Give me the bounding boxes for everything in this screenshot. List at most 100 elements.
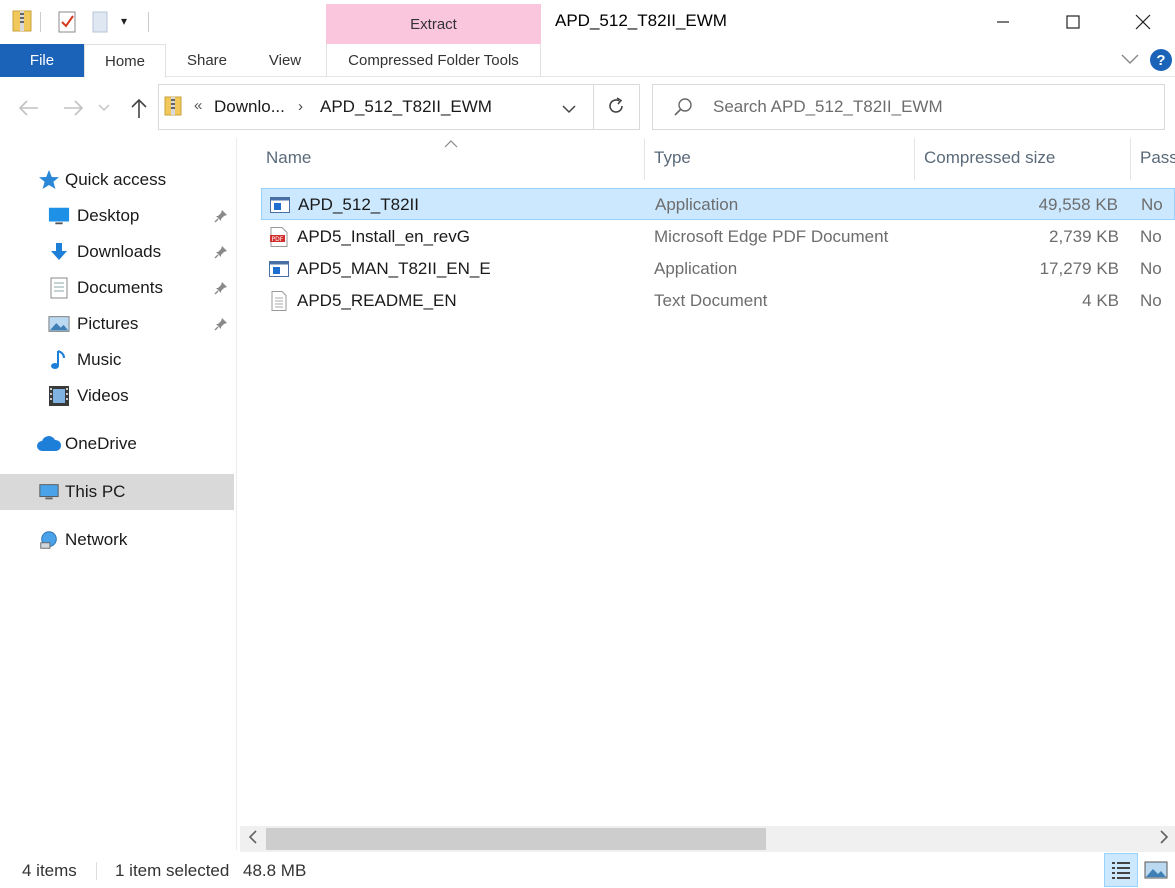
forward-arrow-icon xyxy=(64,100,84,116)
application-icon xyxy=(269,259,289,279)
crumb-separator-icon[interactable]: › xyxy=(298,98,303,115)
sidebar-item-onedrive[interactable]: OneDrive xyxy=(0,426,234,462)
scroll-right-icon[interactable] xyxy=(1159,830,1169,847)
sidebar-item-pictures[interactable]: Pictures xyxy=(0,306,234,342)
sidebar-item-documents[interactable]: Documents xyxy=(0,270,234,306)
file-password: No xyxy=(1140,227,1162,246)
new-folder-icon[interactable] xyxy=(92,11,110,38)
file-row[interactable]: APD5_README_EN Text Document 4 KB No xyxy=(261,285,1175,317)
up-button[interactable] xyxy=(124,92,154,124)
status-separator xyxy=(96,862,97,880)
sidebar-item-network[interactable]: Network xyxy=(0,522,234,558)
address-overflow[interactable]: « xyxy=(194,97,202,114)
forward-button[interactable] xyxy=(58,92,88,124)
help-icon[interactable]: ? xyxy=(1150,49,1172,71)
maximize-icon xyxy=(1066,15,1080,29)
qa-separator-2 xyxy=(148,12,149,32)
large-icons-view-button[interactable] xyxy=(1142,856,1170,884)
file-name: APD5_Install_en_revG xyxy=(297,227,470,246)
refresh-icon[interactable] xyxy=(606,96,626,121)
back-arrow-icon xyxy=(18,100,38,116)
pictures-icon xyxy=(48,313,70,335)
file-size: 4 KB xyxy=(1082,291,1119,310)
sidebar-item-quick-access[interactable]: Quick access xyxy=(0,162,234,198)
column-header-compressed-size[interactable]: Compressed size xyxy=(924,148,1055,170)
up-arrow-icon xyxy=(131,98,147,118)
scrollbar-thumb[interactable] xyxy=(266,828,766,850)
file-row[interactable]: APD5_MAN_T82II_EN_E Application 17,279 K… xyxy=(261,253,1175,285)
expand-ribbon-icon[interactable] xyxy=(1120,52,1140,71)
sidebar-item-label: This PC xyxy=(65,482,126,501)
sidebar-item-label: Music xyxy=(77,350,122,369)
tab-view[interactable]: View xyxy=(248,44,322,77)
file-type: Application xyxy=(654,259,738,278)
recent-locations-button[interactable] xyxy=(94,92,114,124)
crumb-current-folder[interactable]: APD_512_T82II_EWM xyxy=(320,97,492,117)
file-size: 49,558 KB xyxy=(1038,195,1118,214)
customize-qa-icon[interactable]: ▾ xyxy=(121,14,127,28)
column-separator[interactable] xyxy=(1130,138,1131,180)
minimize-button[interactable] xyxy=(980,0,1026,44)
properties-icon[interactable] xyxy=(58,11,78,38)
tab-compressed-folder-tools[interactable]: Compressed Folder Tools xyxy=(326,44,541,77)
file-size: 2,739 KB xyxy=(1049,227,1119,246)
network-icon xyxy=(38,529,60,551)
pin-icon[interactable] xyxy=(213,316,229,332)
file-row[interactable]: PDF APD5_Install_en_revG Microsoft Edge … xyxy=(261,221,1175,253)
cloud-icon xyxy=(36,433,62,455)
file-type: Microsoft Edge PDF Document xyxy=(654,227,889,246)
column-separator[interactable] xyxy=(914,138,915,180)
application-icon xyxy=(270,195,290,215)
sidebar-item-label: OneDrive xyxy=(65,434,137,453)
documents-icon xyxy=(48,277,70,299)
sidebar-item-desktop[interactable]: Desktop xyxy=(0,198,234,234)
crumb-downloads[interactable]: Downlo... xyxy=(214,97,285,117)
tab-share[interactable]: Share xyxy=(166,44,248,77)
address-divider xyxy=(593,84,594,130)
close-button[interactable] xyxy=(1120,0,1166,44)
downloads-icon xyxy=(48,241,70,263)
pin-icon[interactable] xyxy=(213,280,229,296)
address-dropdown-icon[interactable] xyxy=(562,101,576,119)
column-header-type[interactable]: Type xyxy=(654,148,691,170)
file-password: No xyxy=(1140,259,1162,278)
selection-count: 1 item selected xyxy=(115,861,230,880)
sort-ascending-icon xyxy=(444,135,458,153)
sidebar-item-label: Pictures xyxy=(77,314,139,333)
pdf-icon: PDF xyxy=(269,227,289,247)
scroll-left-icon[interactable] xyxy=(248,830,258,847)
sidebar-item-downloads[interactable]: Downloads xyxy=(0,234,234,270)
chevron-down-icon xyxy=(98,104,110,111)
details-view-button[interactable] xyxy=(1104,853,1138,887)
pin-icon[interactable] xyxy=(213,208,229,224)
sidebar-item-videos[interactable]: Videos xyxy=(0,378,234,414)
maximize-button[interactable] xyxy=(1050,0,1096,44)
sidebar-item-this-pc[interactable]: This PC xyxy=(0,474,234,510)
sidebar-item-music[interactable]: Music xyxy=(0,342,234,378)
file-size: 17,279 KB xyxy=(1039,259,1119,278)
window-title: APD_512_T82II_EWM xyxy=(555,11,727,30)
search-placeholder: Search APD_512_T82II_EWM xyxy=(713,97,943,116)
svg-text:PDF: PDF xyxy=(272,236,284,243)
sidebar-item-label: Quick access xyxy=(65,170,167,189)
large-icons-view-icon xyxy=(1144,861,1168,879)
back-button[interactable] xyxy=(14,92,44,124)
text-document-icon xyxy=(269,291,289,311)
pin-icon[interactable] xyxy=(213,244,229,260)
file-row-selected[interactable]: APD_512_T82II Application 49,558 KB No xyxy=(261,188,1175,220)
zip-folder-icon[interactable] xyxy=(12,9,32,38)
extract-tab-label: Extract xyxy=(410,16,457,33)
star-icon xyxy=(38,169,60,191)
videos-icon xyxy=(48,385,70,407)
item-count: 4 items xyxy=(22,861,77,880)
column-header-name[interactable]: Name xyxy=(266,148,311,170)
column-header-password[interactable]: Passw xyxy=(1140,148,1175,170)
desktop-icon xyxy=(48,205,70,227)
pane-divider[interactable] xyxy=(236,138,237,850)
tab-home[interactable]: Home xyxy=(84,44,166,78)
computer-icon xyxy=(38,481,60,503)
column-separator[interactable] xyxy=(644,138,645,180)
qa-separator xyxy=(40,12,41,32)
file-password: No xyxy=(1141,195,1163,214)
tab-file[interactable]: File xyxy=(0,44,84,77)
